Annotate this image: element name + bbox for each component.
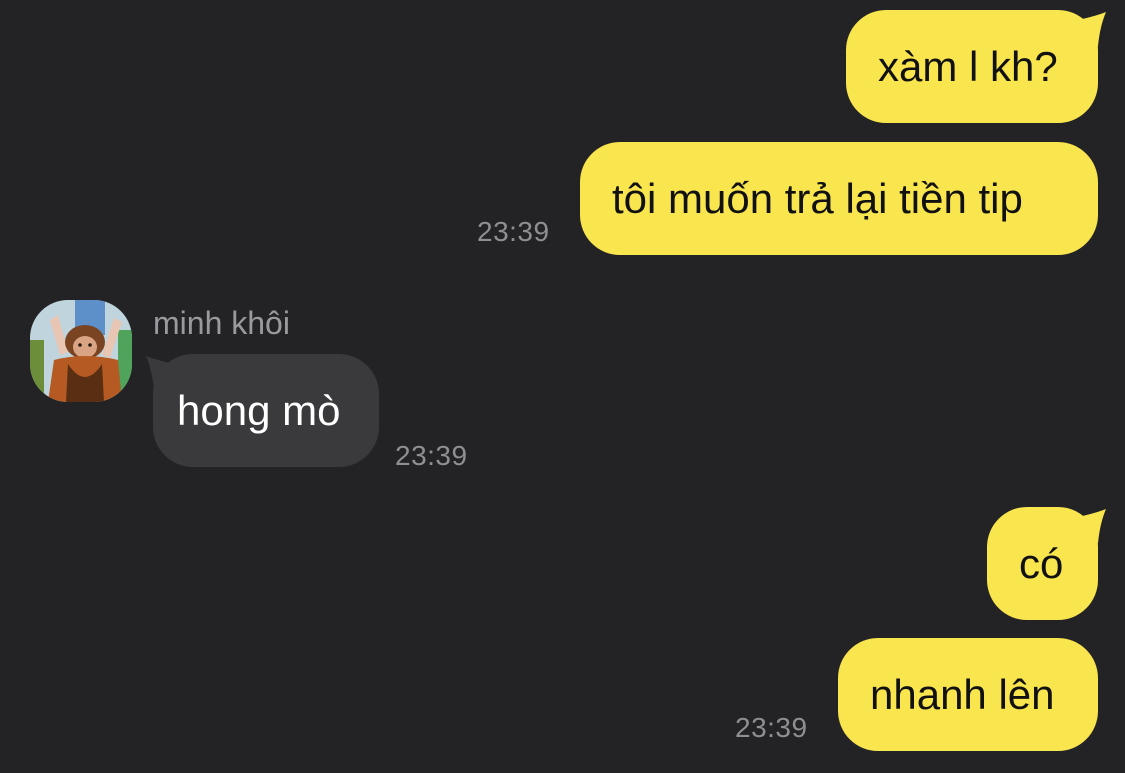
sender-name: minh khôi [153, 305, 290, 341]
bubble-tail-icon [1078, 12, 1106, 46]
message-text: nhanh lên [870, 671, 1055, 718]
child-in-costume-avatar-icon [30, 300, 132, 402]
outgoing-message-bubble[interactable]: nhanh lên [838, 638, 1098, 751]
message-timestamp: 23:39 [735, 712, 808, 743]
outgoing-message-bubble[interactable]: tôi muốn trả lại tiền tip [580, 142, 1098, 255]
incoming-message-bubble[interactable]: hong mò [153, 354, 379, 467]
outgoing-message-bubble[interactable]: xàm l kh? [846, 10, 1098, 123]
message-text: tôi muốn trả lại tiền tip [612, 175, 1023, 222]
message-text: hong mò [177, 387, 341, 434]
sender-avatar[interactable] [30, 300, 132, 402]
message-timestamp: 23:39 [395, 440, 468, 471]
message-text: xàm l kh? [878, 43, 1058, 90]
bubble-tail-icon [1078, 509, 1106, 543]
message-text: có [1019, 540, 1064, 587]
message-timestamp: 23:39 [477, 216, 550, 247]
